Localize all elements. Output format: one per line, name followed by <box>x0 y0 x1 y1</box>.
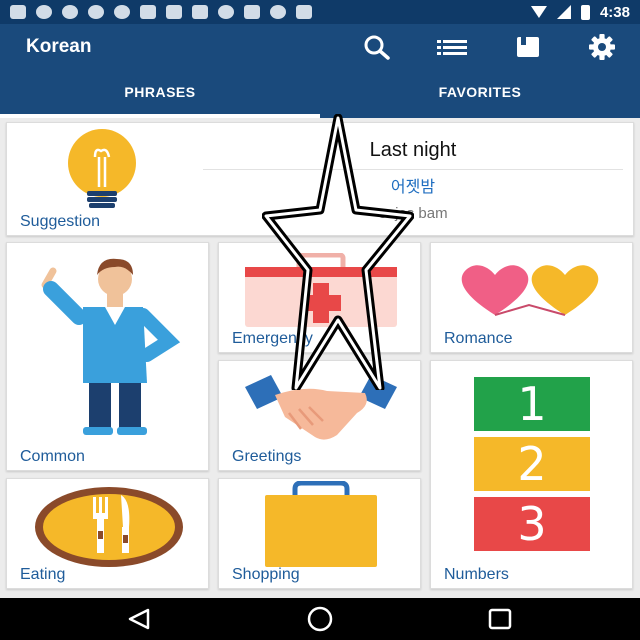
first-aid-kit-icon <box>245 253 397 327</box>
category-label: Common <box>20 448 85 465</box>
tab-favorites[interactable]: FAVORITES <box>320 84 640 118</box>
facebook-icon <box>192 5 208 19</box>
navigation-bar <box>0 598 640 640</box>
search-button[interactable] <box>358 32 398 62</box>
divider <box>203 169 623 170</box>
status-time: 4:38 <box>599 3 630 21</box>
category-label: Romance <box>444 330 513 347</box>
app-bar: Korean PHRASES FAVORITES <box>0 24 640 118</box>
headphones-icon <box>218 5 234 19</box>
list-icon <box>437 40 467 55</box>
suggestion-card[interactable]: Suggestion Last night 어젯밤 eojes bam <box>6 122 634 236</box>
tab-indicator <box>0 114 320 118</box>
gear-icon <box>589 34 615 60</box>
category-card-greetings[interactable]: Greetings <box>218 360 421 471</box>
signal-icon <box>556 5 571 19</box>
bookmark-button[interactable] <box>508 32 548 62</box>
notification-icons <box>10 5 312 19</box>
bolt-icon <box>140 5 156 19</box>
category-card-emergency[interactable]: Emergency <box>218 242 421 353</box>
lock-icon <box>296 5 312 19</box>
home-icon[interactable] <box>305 606 335 632</box>
app-title: Korean <box>26 36 92 57</box>
book-icon <box>517 37 539 57</box>
category-card-numbers[interactable]: 1 2 3 Numbers <box>430 360 633 589</box>
battery-icon <box>580 4 590 20</box>
phrase-english: Last night <box>369 139 457 161</box>
tab-phrases[interactable]: PHRASES <box>0 84 320 118</box>
handshake-icon <box>245 375 397 440</box>
wifi-icon <box>530 6 547 18</box>
music-icon <box>36 5 52 19</box>
music-icon <box>62 5 78 19</box>
number-tile-1: 1 <box>474 377 590 431</box>
plate-cutlery-icon <box>35 487 183 567</box>
suggestion-phrase: Last night 어젯밤 eojes bam <box>203 123 623 235</box>
category-card-common[interactable]: Common <box>6 242 209 471</box>
category-card-romance[interactable]: Romance <box>430 242 633 353</box>
hearts-icon <box>461 265 599 316</box>
crown-icon <box>166 5 182 19</box>
recents-icon[interactable] <box>486 608 514 630</box>
status-bar: 4:38 <box>0 0 640 24</box>
cat-icon <box>244 5 260 19</box>
person-icon <box>41 258 181 435</box>
category-label: Shopping <box>232 566 300 583</box>
number-tile-3: 3 <box>474 497 590 551</box>
category-label: Numbers <box>444 566 509 583</box>
lightbulb-icon <box>68 129 136 208</box>
phrase-korean: 어젯밤 <box>390 179 436 196</box>
number-tile-2: 2 <box>474 437 590 491</box>
music-icon <box>114 5 130 19</box>
search-icon <box>364 35 390 60</box>
suggestion-label: Suggestion <box>20 213 101 230</box>
category-label: Emergency <box>232 330 313 347</box>
category-card-shopping[interactable]: Shopping <box>218 478 421 589</box>
music-icon <box>88 5 104 19</box>
message-icon <box>10 5 26 19</box>
shopping-bag-icon <box>265 481 377 567</box>
category-label: Greetings <box>232 448 302 465</box>
category-card-eating[interactable]: Eating <box>6 478 209 589</box>
phrase-romanization: eojes bam <box>378 205 448 222</box>
category-label: Eating <box>20 566 66 583</box>
back-icon[interactable] <box>126 608 154 630</box>
info-icon <box>270 5 286 19</box>
list-button[interactable] <box>432 32 472 62</box>
settings-button[interactable] <box>582 32 622 62</box>
